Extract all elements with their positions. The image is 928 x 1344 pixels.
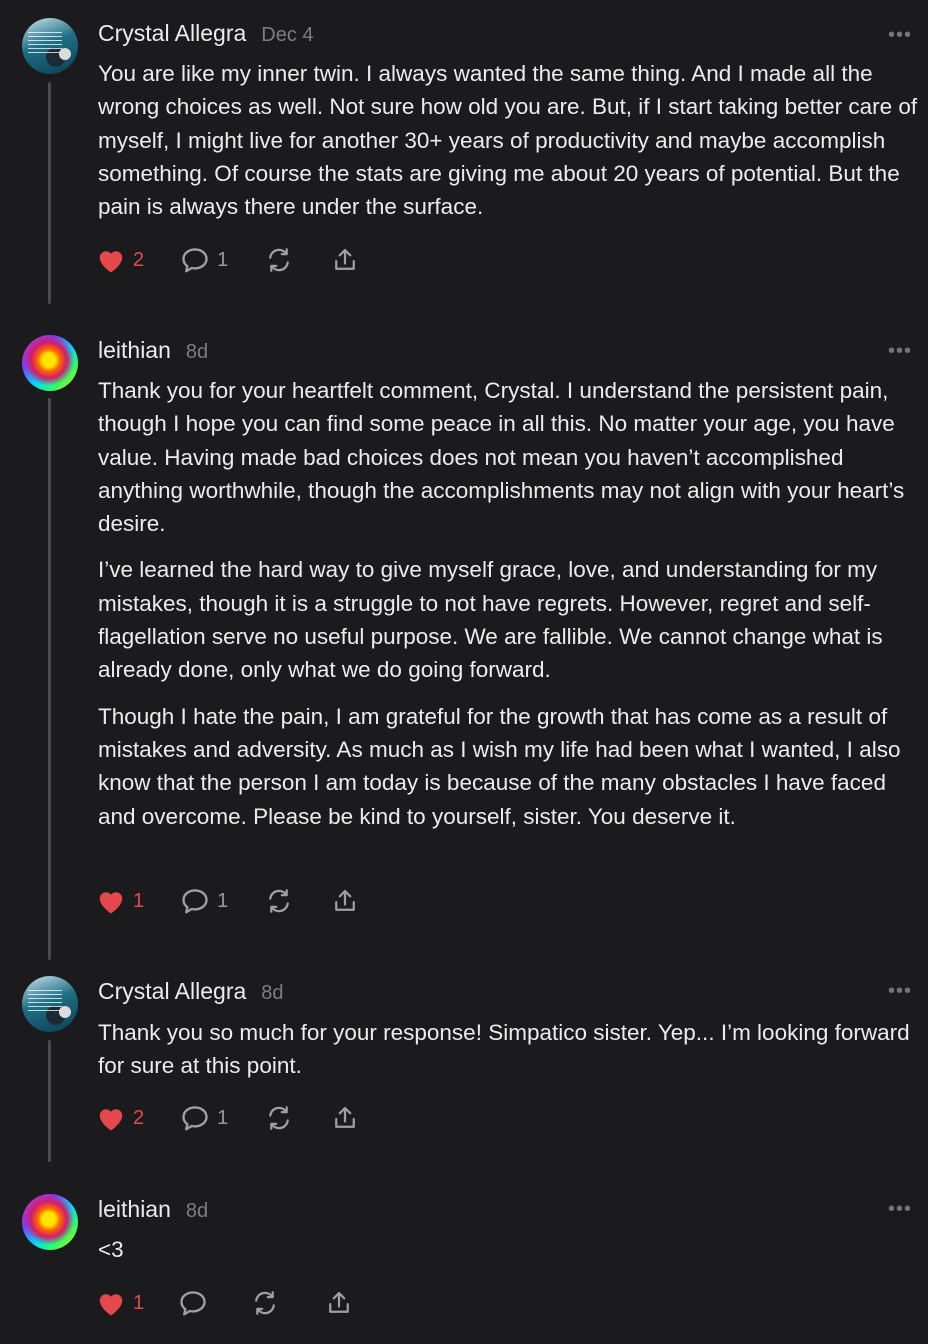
share-icon	[335, 248, 356, 270]
share-icon	[335, 1106, 356, 1128]
comment-date[interactable]: 8d	[186, 341, 208, 364]
reply-button[interactable]: 1	[180, 1104, 228, 1132]
share-icon	[335, 889, 356, 911]
restack-icon	[269, 889, 290, 913]
share-button[interactable]	[330, 1104, 360, 1132]
heart-icon	[99, 251, 123, 273]
like-count: 2	[133, 1106, 145, 1129]
reply-count: 1	[217, 1106, 229, 1129]
thread-line	[48, 82, 51, 304]
more-icon[interactable]: •••	[888, 25, 912, 45]
share-button[interactable]	[330, 887, 360, 915]
like-button[interactable]: 2	[96, 1104, 144, 1132]
comment-header: leithian 8d	[98, 1196, 208, 1226]
restack-icon	[269, 1106, 290, 1130]
comment-body: <3	[98, 1233, 918, 1279]
comment-paragraph: <3	[98, 1237, 124, 1262]
comment-body: You are like my inner twin. I always wan…	[98, 57, 918, 236]
comment-icon	[182, 889, 208, 914]
comment-header: Crystal Allegra 8d	[98, 978, 284, 1008]
comment-actions: 1	[96, 1286, 390, 1320]
restack-button[interactable]	[264, 1104, 294, 1132]
more-icon[interactable]: •••	[888, 341, 912, 361]
comment-icon	[182, 248, 208, 273]
reply-button[interactable]: 1	[180, 246, 228, 274]
heart-icon	[99, 892, 123, 914]
reply-count: 1	[217, 889, 229, 912]
share-icon	[329, 1291, 349, 1313]
author-name[interactable]: Crystal Allegra	[98, 20, 246, 47]
comment-body: Thank you so much for your response! Sim…	[98, 1016, 918, 1096]
author-name[interactable]: leithian	[98, 1196, 171, 1223]
like-count: 1	[133, 889, 145, 912]
thread-line	[48, 398, 51, 960]
comment-paragraph: Thank you for your heartfelt comment, Cr…	[98, 378, 905, 537]
comment-header: leithian 8d	[98, 337, 208, 367]
avatar[interactable]	[22, 976, 78, 1032]
comment-date[interactable]: 8d	[261, 982, 283, 1005]
comment-paragraph: I’ve learned the hard way to give myself…	[98, 557, 883, 683]
restack-button[interactable]	[264, 246, 294, 274]
comment-paragraph: Thank you so much for your response! Sim…	[98, 1020, 910, 1079]
author-name[interactable]: Crystal Allegra	[98, 978, 246, 1005]
reply-count: 1	[217, 248, 229, 271]
comment-body: Thank you for your heartfelt comment, Cr…	[98, 374, 918, 846]
reply-button[interactable]: 1	[180, 887, 228, 915]
heart-icon	[99, 1294, 123, 1316]
comment-date[interactable]: Dec 4	[261, 24, 313, 47]
comment-icon	[180, 1291, 206, 1316]
more-icon[interactable]: •••	[888, 1199, 912, 1219]
like-count: 2	[133, 248, 145, 271]
comment-paragraph: Though I hate the pain, I am grateful fo…	[98, 703, 901, 829]
restack-button[interactable]	[250, 1289, 280, 1317]
comment-actions: 2 1	[96, 243, 396, 277]
avatar[interactable]	[22, 335, 78, 391]
avatar[interactable]	[22, 18, 78, 74]
like-count: 1	[133, 1291, 145, 1314]
reply-button[interactable]	[178, 1289, 208, 1317]
author-name[interactable]: leithian	[98, 337, 171, 364]
restack-icon	[269, 248, 290, 272]
share-button[interactable]	[330, 246, 360, 274]
comment-icon	[182, 1106, 208, 1131]
comment-actions: 2 1	[96, 1101, 396, 1135]
like-button[interactable]: 1	[96, 887, 144, 915]
comment-paragraph: You are like my inner twin. I always wan…	[98, 61, 918, 220]
comment-actions: 1 1	[96, 884, 396, 918]
restack-icon	[255, 1291, 275, 1315]
thread-line	[48, 1040, 51, 1162]
more-icon[interactable]: •••	[888, 981, 912, 1001]
like-button[interactable]: 2	[96, 246, 144, 274]
comment-header: Crystal Allegra Dec 4	[98, 20, 314, 50]
avatar[interactable]	[22, 1194, 78, 1250]
like-button[interactable]: 1	[96, 1289, 144, 1317]
heart-icon	[99, 1109, 123, 1131]
share-button[interactable]	[324, 1289, 354, 1317]
comment-date[interactable]: 8d	[186, 1200, 208, 1223]
restack-button[interactable]	[264, 887, 294, 915]
